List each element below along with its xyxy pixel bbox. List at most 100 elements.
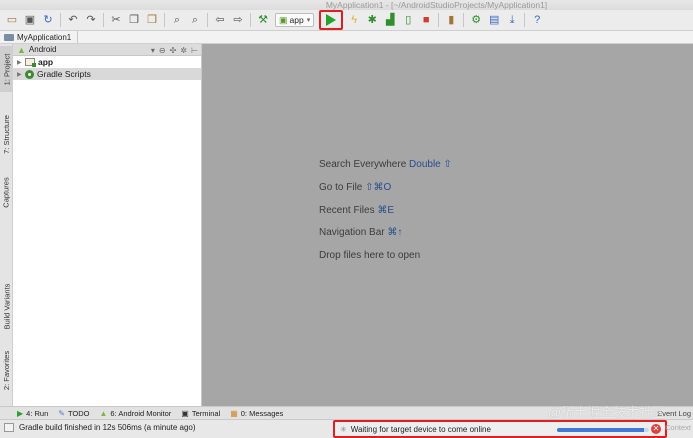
hint-go-to-file: Go to File ⇧⌘O [319,182,391,193]
toolbar-separator [164,13,165,27]
hint-recent-files: Recent Files ⌘E [319,205,394,216]
scroll-from-source-icon[interactable]: ✣ [170,46,177,55]
messages-icon: ▦ [230,408,238,418]
tab-label: 1: Project [2,53,11,85]
background-task-indicator[interactable]: ✳ Waiting for target device to come onli… [333,420,667,438]
background-task-progress [557,428,649,432]
hint-text: Search Everywhere [319,159,407,170]
hint-text: Go to File [319,182,363,193]
redo-icon[interactable]: ↷ [84,13,98,27]
chevron-down-icon: ▾ [306,17,311,24]
main-toolbar: ▭ ▣ ↻ ↶ ↷ ✂ ❐ ❒ ⌕ ⌕ ⇦ ⇨ ⚒ ▣ app ▾ ϟ ✱ ▟ … [0,10,693,31]
tree-item-label: app [38,57,54,67]
hint-text: Navigation Bar [319,227,385,238]
chevron-down-icon[interactable]: ▾ [151,46,155,55]
progress-fill [557,428,645,432]
toolbar-separator [60,13,61,27]
folder-icon [4,33,14,41]
tab-label: Captures [2,176,11,208]
breadcrumb[interactable]: MyApplication1 [4,31,79,43]
save-icon[interactable]: ▣ [23,13,37,27]
collapse-all-icon[interactable]: ⊖ [159,46,166,55]
expand-arrow-icon[interactable]: ▶ [17,71,25,78]
find-icon[interactable]: ⌕ [170,13,184,27]
tab-label: 2: Favorites [2,350,11,390]
tab-label: 6: Android Monitor [110,408,172,418]
sdk-manager-icon[interactable]: ⚙ [469,13,483,27]
breadcrumb-label: MyApplication1 [17,32,72,42]
hint-shortcut: ⌘E [377,205,395,216]
tab-favorites[interactable]: 2: Favorites [0,344,13,396]
forward-icon[interactable]: ⇨ [231,13,245,27]
hint-shortcut: ⇧⌘O [365,182,392,193]
tab-android-monitor[interactable]: ▲ 6: Android Monitor [100,409,172,418]
status-message[interactable]: Gradle build finished in 12s 506ms (a mi… [19,423,196,432]
tab-label: TODO [67,408,90,418]
android-module-icon: ▣ [279,14,288,25]
terminal-icon: ▣ [181,408,189,418]
tree-item-app[interactable]: ▶ app [13,56,201,68]
toggle-tool-windows-icon[interactable] [4,423,14,432]
help-icon[interactable]: ? [530,13,544,27]
window-titlebar: MyApplication1 - [~/AndroidStudioProject… [0,0,693,10]
navigation-bar: MyApplication1 [0,31,693,44]
status-bar: Gradle build finished in 12s 506ms (a mi… [0,419,693,438]
toolbar-separator [207,13,208,27]
sync-icon[interactable]: ↻ [41,13,55,27]
tab-label: 0: Messages [240,408,284,418]
tab-project[interactable]: 1: Project [0,46,13,92]
tab-label: 7: Structure [2,114,11,154]
avd-manager-icon[interactable]: ▮ [444,13,458,27]
stop-icon[interactable]: ■ [419,13,433,27]
back-icon[interactable]: ⇦ [213,13,227,27]
copy-icon[interactable]: ❐ [127,13,141,27]
cancel-task-icon[interactable]: ✕ [651,424,661,434]
tab-label: Build Variants [2,283,11,329]
tab-build-variants[interactable]: Build Variants [0,276,13,336]
expand-arrow-icon[interactable]: ▶ [17,59,25,66]
tree-item-gradle-scripts[interactable]: ▶ Gradle Scripts [13,68,201,80]
context-indicator: Context [665,423,691,432]
toolbar-separator [103,13,104,27]
hint-navigation-bar: Navigation Bar ⌘↑ [319,227,402,238]
hint-text: Recent Files [319,205,375,216]
run-configuration-select[interactable]: ▣ app ▾ [275,13,315,27]
toolbar-separator [524,13,526,27]
project-view-selector[interactable]: Android [29,45,57,54]
module-folder-icon [25,58,36,67]
run-button[interactable] [319,10,344,30]
tree-item-label: Gradle Scripts [37,69,91,79]
attach-debugger-icon[interactable]: ▯ [401,13,415,27]
hint-text: Drop files here to open [319,250,421,261]
tab-captures[interactable]: Captures [0,168,13,216]
profile-icon[interactable]: ▟ [383,13,397,27]
run-configuration-label: app [289,15,304,25]
project-panel-header: ▲ Android ▾ ⊖ ✣ ✲ ⊢ [13,44,201,56]
hint-shortcut: ⌘↑ [387,227,403,238]
open-folder-icon[interactable]: ▭ [5,13,19,27]
tab-todo[interactable]: ✎ TODO [58,409,89,418]
tab-run[interactable]: ▶ 4: Run [17,409,48,418]
debug-icon[interactable]: ✱ [365,13,379,27]
hint-search-everywhere: Search Everywhere Double ⇧ [319,159,452,170]
android-device-monitor-icon[interactable]: ▤ [487,13,501,27]
tab-terminal[interactable]: ▣ Terminal [181,409,220,418]
tab-messages[interactable]: ▦ 0: Messages [230,409,283,418]
editor-area[interactable]: Search Everywhere Double ⇧ Go to File ⇧⌘… [202,44,693,406]
android-icon: ▲ [99,408,108,418]
apply-changes-icon[interactable]: ϟ [347,13,361,27]
background-task-text: Waiting for target device to come online [350,424,491,434]
make-project-icon[interactable]: ⚒ [256,13,270,27]
hide-panel-icon[interactable]: ⊢ [191,46,198,55]
tab-structure[interactable]: 7: Structure [0,104,13,164]
replace-icon[interactable]: ⌕ [188,13,202,27]
undo-icon[interactable]: ↶ [66,13,80,27]
paste-icon[interactable]: ❒ [145,13,159,27]
gear-icon[interactable]: ✲ [180,46,187,55]
spinner-icon: ✳ [340,424,347,434]
toolbar-separator [438,13,440,27]
watermark: @稀土掘金技术社区 [548,405,666,420]
toolbar-separator [463,13,465,27]
sync-gradle-icon[interactable]: ⤓ [505,13,519,27]
cut-icon[interactable]: ✂ [109,13,123,27]
